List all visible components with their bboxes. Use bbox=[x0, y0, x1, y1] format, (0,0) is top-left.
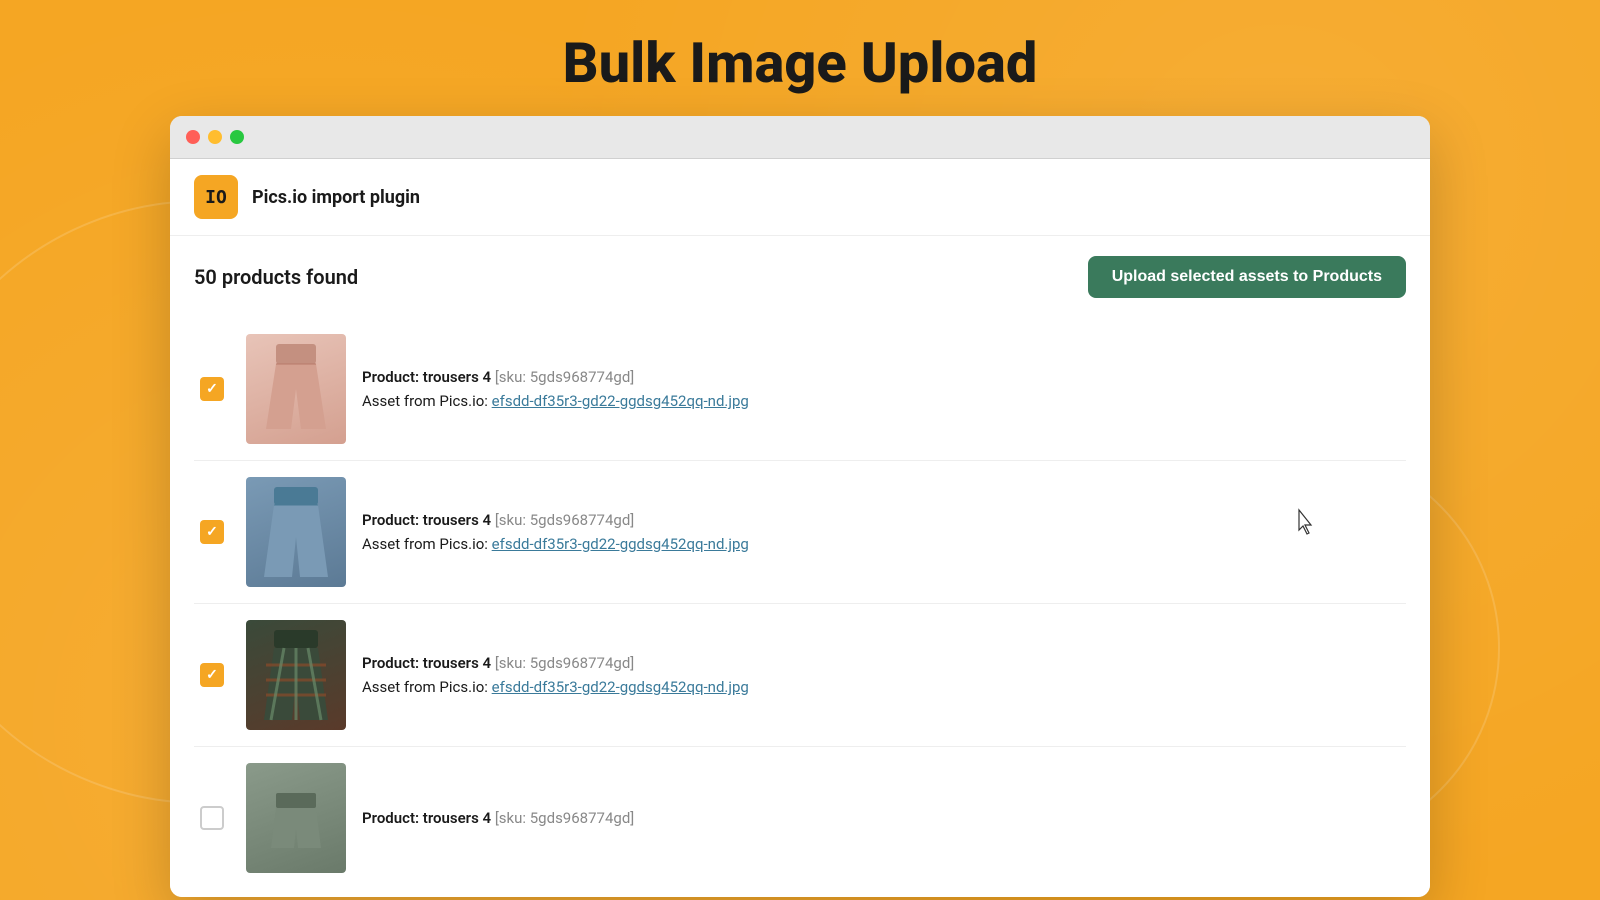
checkbox-wrap[interactable]: ✓ bbox=[194, 377, 230, 401]
product-info: Product: trousers 4 [sku: 5gds968774gd] … bbox=[362, 368, 1406, 410]
product-sku: [sku: 5gds968774gd] bbox=[495, 511, 634, 529]
product-title: Product: trousers 4 bbox=[362, 809, 495, 827]
product-title: Product: trousers 4 bbox=[362, 368, 495, 386]
product-asset: Asset from Pics.io: efsdd-df35r3-gd22-gg… bbox=[362, 392, 1406, 410]
checkbox-unchecked[interactable] bbox=[200, 806, 224, 830]
product-name: Product: trousers 4 [sku: 5gds968774gd] bbox=[362, 511, 1406, 529]
page-title: Bulk Image Upload bbox=[563, 30, 1038, 96]
table-row: ✓ Product: trousers 4 [sku: 5gds968774gd… bbox=[194, 461, 1406, 604]
product-sku: [sku: 5gds968774gd] bbox=[495, 809, 634, 827]
checkbox-checked[interactable]: ✓ bbox=[200, 377, 224, 401]
window-close-button[interactable] bbox=[186, 130, 200, 144]
product-thumbnail bbox=[246, 334, 346, 444]
asset-link[interactable]: efsdd-df35r3-gd22-ggdsg452qq-nd.jpg bbox=[492, 392, 749, 410]
product-title: Product: trousers 4 bbox=[362, 654, 495, 672]
product-thumbnail bbox=[246, 477, 346, 587]
product-sku: [sku: 5gds968774gd] bbox=[495, 368, 634, 386]
table-row: Product: trousers 4 [sku: 5gds968774gd] bbox=[194, 747, 1406, 877]
window-titlebar bbox=[170, 116, 1430, 159]
checkbox-wrap[interactable]: ✓ bbox=[194, 520, 230, 544]
product-title: Product: trousers 4 bbox=[362, 511, 495, 529]
product-list: ✓ Product: trousers 4 [sku: 5gds968774gd… bbox=[194, 318, 1406, 877]
app-window: IO Pics.io import plugin 50 products fou… bbox=[170, 116, 1430, 897]
app-name: Pics.io import plugin bbox=[252, 187, 420, 208]
product-asset: Asset from Pics.io: efsdd-df35r3-gd22-gg… bbox=[362, 535, 1406, 553]
products-header: 50 products found Upload selected assets… bbox=[194, 256, 1406, 298]
checkbox-checked[interactable]: ✓ bbox=[200, 663, 224, 687]
upload-button[interactable]: Upload selected assets to Products bbox=[1088, 256, 1406, 298]
product-info: Product: trousers 4 [sku: 5gds968774gd] … bbox=[362, 511, 1406, 553]
app-header: IO Pics.io import plugin bbox=[170, 159, 1430, 236]
asset-link[interactable]: efsdd-df35r3-gd22-ggdsg452qq-nd.jpg bbox=[492, 678, 749, 696]
window-maximize-button[interactable] bbox=[230, 130, 244, 144]
table-row: ✓ Product: trousers 4 [sku: 5gds968774gd… bbox=[194, 318, 1406, 461]
product-name: Product: trousers 4 [sku: 5gds968774gd] bbox=[362, 654, 1406, 672]
product-thumbnail bbox=[246, 620, 346, 730]
products-section: 50 products found Upload selected assets… bbox=[170, 236, 1430, 897]
product-thumbnail bbox=[246, 763, 346, 873]
checkbox-wrap[interactable]: ✓ bbox=[194, 663, 230, 687]
app-logo: IO bbox=[194, 175, 238, 219]
product-name: Product: trousers 4 [sku: 5gds968774gd] bbox=[362, 368, 1406, 386]
asset-link[interactable]: efsdd-df35r3-gd22-ggdsg452qq-nd.jpg bbox=[492, 535, 749, 553]
product-info: Product: trousers 4 [sku: 5gds968774gd] bbox=[362, 809, 1406, 827]
product-asset: Asset from Pics.io: efsdd-df35r3-gd22-gg… bbox=[362, 678, 1406, 696]
table-row: ✓ bbox=[194, 604, 1406, 747]
product-info: Product: trousers 4 [sku: 5gds968774gd] … bbox=[362, 654, 1406, 696]
products-count: 50 products found bbox=[194, 265, 358, 289]
window-content: IO Pics.io import plugin 50 products fou… bbox=[170, 159, 1430, 897]
product-sku: [sku: 5gds968774gd] bbox=[495, 654, 634, 672]
checkbox-wrap[interactable] bbox=[194, 806, 230, 830]
window-minimize-button[interactable] bbox=[208, 130, 222, 144]
product-name: Product: trousers 4 [sku: 5gds968774gd] bbox=[362, 809, 1406, 827]
checkbox-checked[interactable]: ✓ bbox=[200, 520, 224, 544]
